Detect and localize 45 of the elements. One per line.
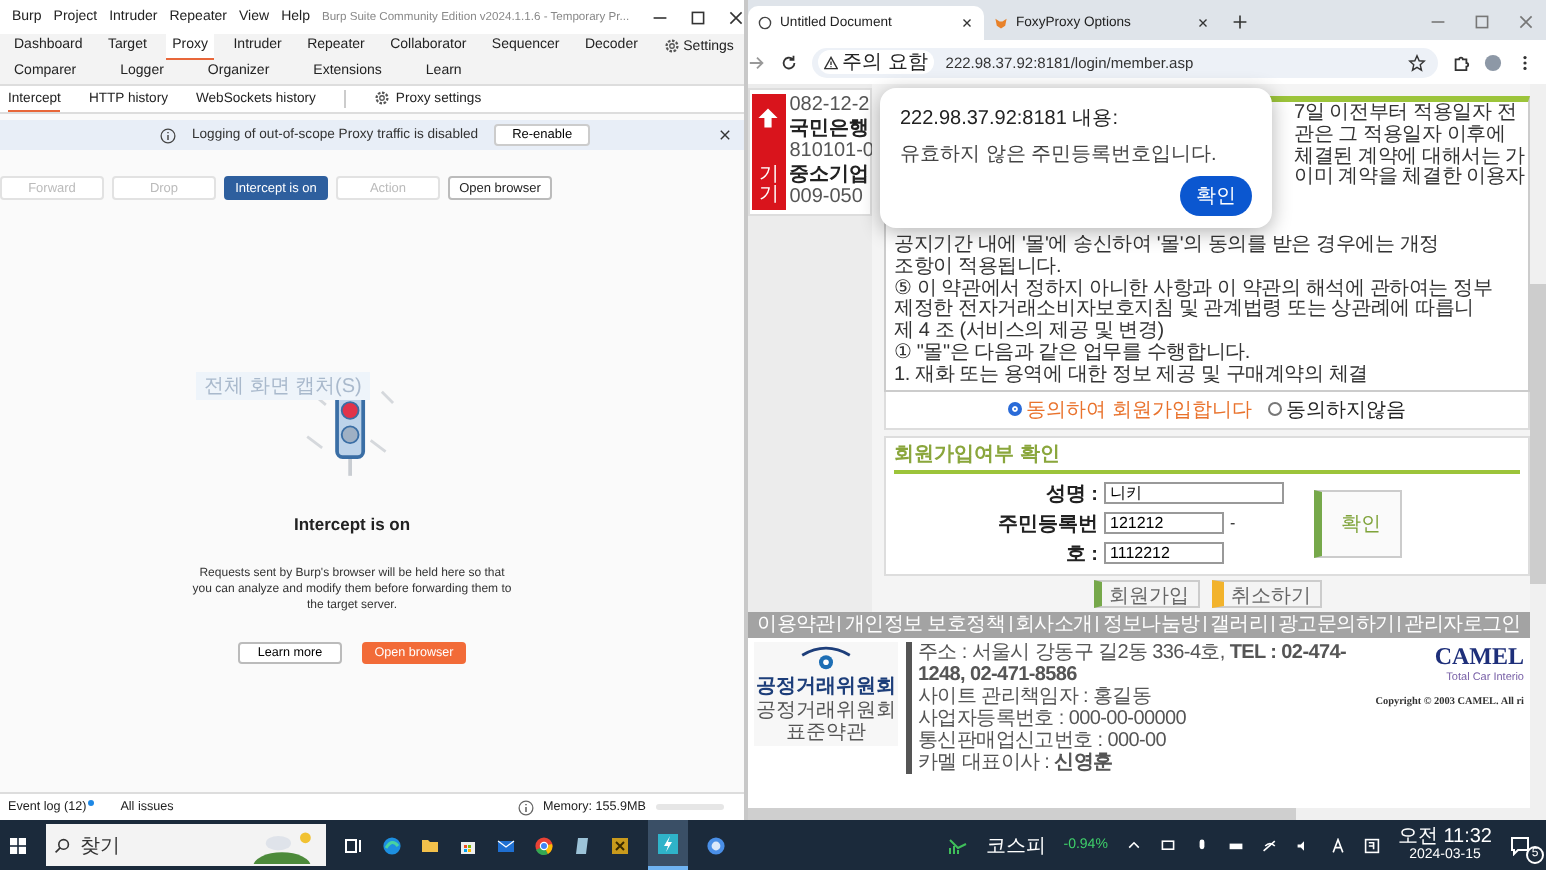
- field-label: 성명 :: [1043, 481, 1098, 508]
- section-title: 회원가입여부 확인: [894, 439, 1520, 474]
- company-info-text: 주소 : 서울시 강동구 길2동 336-4호, TEL : 02-474-1248, 02-471-8586: [918, 642, 1348, 687]
- terms-text: 공지기간 내에 '몰'에 송신하여 '몰'의 동의를 받은 경우에는 개정: [894, 236, 1441, 257]
- terms-text: 1. 재화 또는 용역에 대한 정보 제공 및 구매계약의 체결: [894, 365, 1370, 388]
- name-field[interactable]: 니키: [1104, 482, 1284, 505]
- id-first-field[interactable]: 121212: [1104, 512, 1224, 535]
- bank-info-text: 009-050: [789, 186, 865, 209]
- company-info-text: 통신판매업신고번호 : 000-00: [918, 730, 1169, 753]
- company-info-text: 사이트 관리책임자 : 홍길동: [918, 686, 1154, 709]
- agree-radio[interactable]: 동의하지않음: [1267, 395, 1406, 424]
- form-button[interactable]: 취소하기: [1211, 579, 1321, 608]
- ok-button[interactable]: 확인: [1180, 176, 1252, 216]
- stock-name: 코스피: [985, 833, 1046, 859]
- terms-text: 7일 이전부터 적용일자 전: [1294, 104, 1519, 125]
- separator-text: -: [1230, 514, 1236, 533]
- terms-text: 이미 계약을 체결한 이용자: [1294, 168, 1520, 191]
- form-button[interactable]: 회원가입: [1093, 579, 1199, 608]
- bank-info-text: 082-12-2: [789, 94, 868, 117]
- brand-logo: CAMEL: [1434, 642, 1524, 672]
- bank-info-text: 중소기업: [789, 163, 868, 186]
- company-info-text: 카멜 대표이사 : 신영훈: [918, 752, 1115, 775]
- org-caption: 공정거래위원회 표준약관: [754, 700, 898, 745]
- id-second-field[interactable]: 1112212: [1104, 542, 1224, 565]
- clock-time[interactable]: 오전 11:32: [1397, 827, 1492, 849]
- dialog-message: 유효하지 않은 주민등록번호입니다.: [900, 142, 1219, 168]
- terms-text: 제 4 조 (서비스의 제공 및 변경): [894, 322, 1166, 343]
- company-info-text: 사업자등록번호 : 000-00-00000: [918, 708, 1189, 731]
- field-label: 주민등록번: [996, 511, 1098, 538]
- intercept-heading: Intercept is on: [293, 514, 411, 534]
- terms-text: 제정한 전자거래소비자보호지침 및 관계법령 또는 상관례에 따릅니: [894, 300, 1476, 321]
- dialog-title: 222.98.37.92:8181 내용:: [900, 106, 1120, 132]
- taskbar-search-field[interactable]: 찾기: [46, 824, 326, 866]
- terms-text: ⑤ 이 약관에서 정하지 아니한 사항과 이 약관의 해석에 관하여는 정부: [894, 279, 1495, 300]
- tooltip: 전체 화면 캡처(S): [196, 372, 370, 400]
- shortcut-button[interactable]: 기기: [752, 94, 786, 209]
- bank-info-text: 810101-0: [789, 140, 868, 163]
- security-chip[interactable]: 주의 요함: [818, 50, 934, 74]
- terms-text: 관은 그 적용일자 이후에: [1294, 125, 1508, 147]
- terms-text: 체결된 계약에 대해서는 가: [1294, 147, 1520, 168]
- terms-text: 조항이 적용됩니다.: [894, 257, 1064, 279]
- org-name: 공정거래위원회: [756, 674, 896, 701]
- field-label: 호 :: [1063, 541, 1098, 568]
- terms-text: ① "몰"은 다음과 같은 업무를 수행합니다.: [894, 343, 1252, 365]
- bank-info-text: 국민은행: [789, 117, 868, 140]
